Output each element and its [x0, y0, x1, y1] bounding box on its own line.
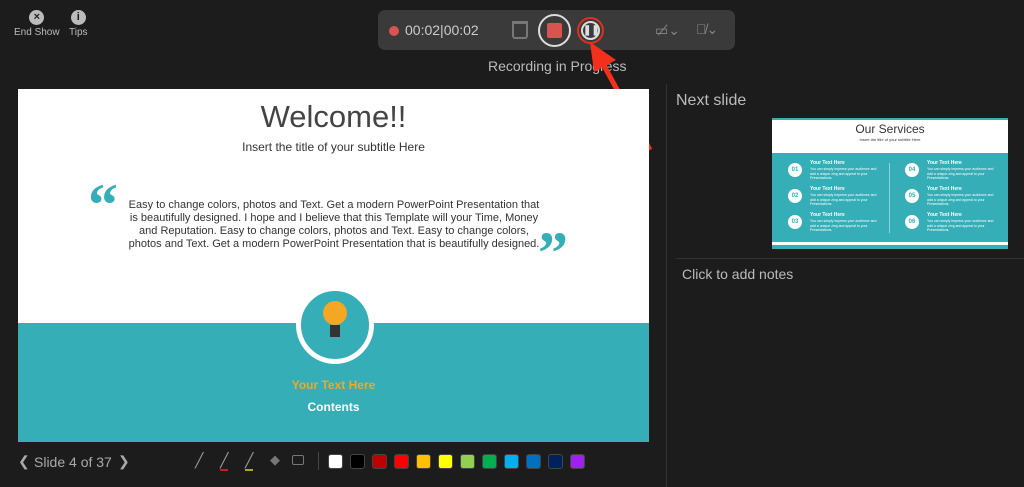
next-slide-label: Next slide	[676, 92, 747, 109]
recording-toolbar: 00:02|00:02 ❚❚ ▭̸⌄ 🎙̸⌄	[378, 10, 735, 50]
close-icon: ×	[29, 10, 45, 25]
ink-color-swatch[interactable]	[460, 454, 475, 469]
thumb-item: 06 Your Text Here You can simply impress…	[905, 212, 1005, 236]
ink-color-swatch[interactable]	[416, 454, 431, 469]
trash-icon[interactable]	[512, 21, 528, 39]
timer: 00:02|00:02	[405, 22, 479, 38]
end-show-button[interactable]: × End Show	[14, 10, 60, 38]
thumb-item-text: You can simply impress your audience and…	[810, 219, 877, 232]
highlighter-icon[interactable]: ╱	[245, 452, 254, 471]
thumb-item-number: 04	[905, 163, 919, 177]
thumb-item-heading: Your Text Here	[927, 186, 962, 192]
ink-color-swatch[interactable]	[328, 454, 343, 469]
thumb-item-text: You can simply impress your audience and…	[927, 219, 994, 232]
thumb-item: 01 Your Text Here You can simply impress…	[788, 160, 888, 184]
camera-off-icon[interactable]: ▭̸⌄	[655, 22, 680, 39]
thumb-item-text: You can simply impress your audience and…	[810, 193, 877, 206]
thumb-item: 02 Your Text Here You can simply impress…	[788, 186, 888, 210]
thumb-title: Our Services	[855, 122, 925, 136]
slide-contents: Contents	[307, 400, 360, 414]
thumb-item-text: You can simply impress your audience and…	[927, 193, 994, 206]
mic-off-icon[interactable]: 🎙̸⌄	[696, 21, 718, 38]
thumb-item: 05 Your Text Here You can simply impress…	[905, 186, 1005, 210]
lightbulb-icon	[296, 286, 374, 364]
thumb-item-text: You can simply impress your audience and…	[927, 167, 994, 180]
ink-color-swatch[interactable]	[548, 454, 563, 469]
slide-body: Easy to change colors, photos and Text. …	[128, 199, 540, 250]
close-quote-icon: ”	[538, 220, 568, 286]
laser-pointer-icon[interactable]: ╱	[195, 452, 203, 469]
ink-color-swatch[interactable]	[438, 454, 453, 469]
ink-color-swatch[interactable]	[482, 454, 497, 469]
info-icon: i	[70, 10, 86, 25]
tips-button[interactable]: i Tips	[69, 10, 88, 38]
current-slide: Welcome!! Insert the title of your subti…	[18, 89, 649, 442]
ink-color-swatch[interactable]	[504, 454, 519, 469]
stop-button[interactable]	[538, 14, 571, 47]
thumb-item: 04 Your Text Here You can simply impress…	[905, 160, 1005, 184]
thumb-item-text: You can simply impress your audience and…	[810, 167, 877, 180]
thumb-item-number: 03	[788, 215, 802, 229]
slide-counter: Slide 4 of 37	[34, 454, 112, 470]
open-quote-icon: “	[88, 172, 118, 238]
recording-dot-icon	[389, 26, 399, 36]
pause-icon: ❚❚	[581, 21, 600, 40]
thumb-item-heading: Your Text Here	[927, 212, 962, 218]
ink-color-swatch[interactable]	[350, 454, 365, 469]
thumb-item-heading: Your Text Here	[810, 160, 845, 166]
eraser-icon[interactable]: ◆	[270, 452, 280, 468]
next-slide-button[interactable]: ❯	[118, 453, 130, 470]
thumb-item: 03 Your Text Here You can simply impress…	[788, 212, 888, 236]
slide-title: Welcome!!	[260, 99, 407, 134]
thumb-item-number: 06	[905, 215, 919, 229]
slide-subtitle: Insert the title of your subtitle Here	[242, 140, 425, 154]
ink-color-swatch[interactable]	[372, 454, 387, 469]
thumb-item-number: 01	[788, 163, 802, 177]
pen-icon[interactable]: ╱	[220, 452, 229, 471]
thumb-item-heading: Your Text Here	[927, 160, 962, 166]
slide-highlight: Your Text Here	[291, 378, 376, 392]
ink-color-swatch[interactable]	[570, 454, 585, 469]
ink-color-swatch[interactable]	[394, 454, 409, 469]
ink-color-swatch[interactable]	[526, 454, 541, 469]
prev-slide-button[interactable]: ❮	[18, 453, 30, 470]
thumb-item-number: 05	[905, 189, 919, 203]
thumb-item-number: 02	[788, 189, 802, 203]
thumb-item-heading: Your Text Here	[810, 186, 845, 192]
notes-area[interactable]: Click to add notes	[682, 266, 793, 282]
next-slide-thumbnail[interactable]: Our Services Insert the title of your su…	[772, 118, 1008, 249]
clear-ink-icon[interactable]	[292, 455, 304, 465]
thumb-item-heading: Your Text Here	[810, 212, 845, 218]
thumb-subtitle: Insert the title of your subtitle Here	[859, 137, 921, 142]
